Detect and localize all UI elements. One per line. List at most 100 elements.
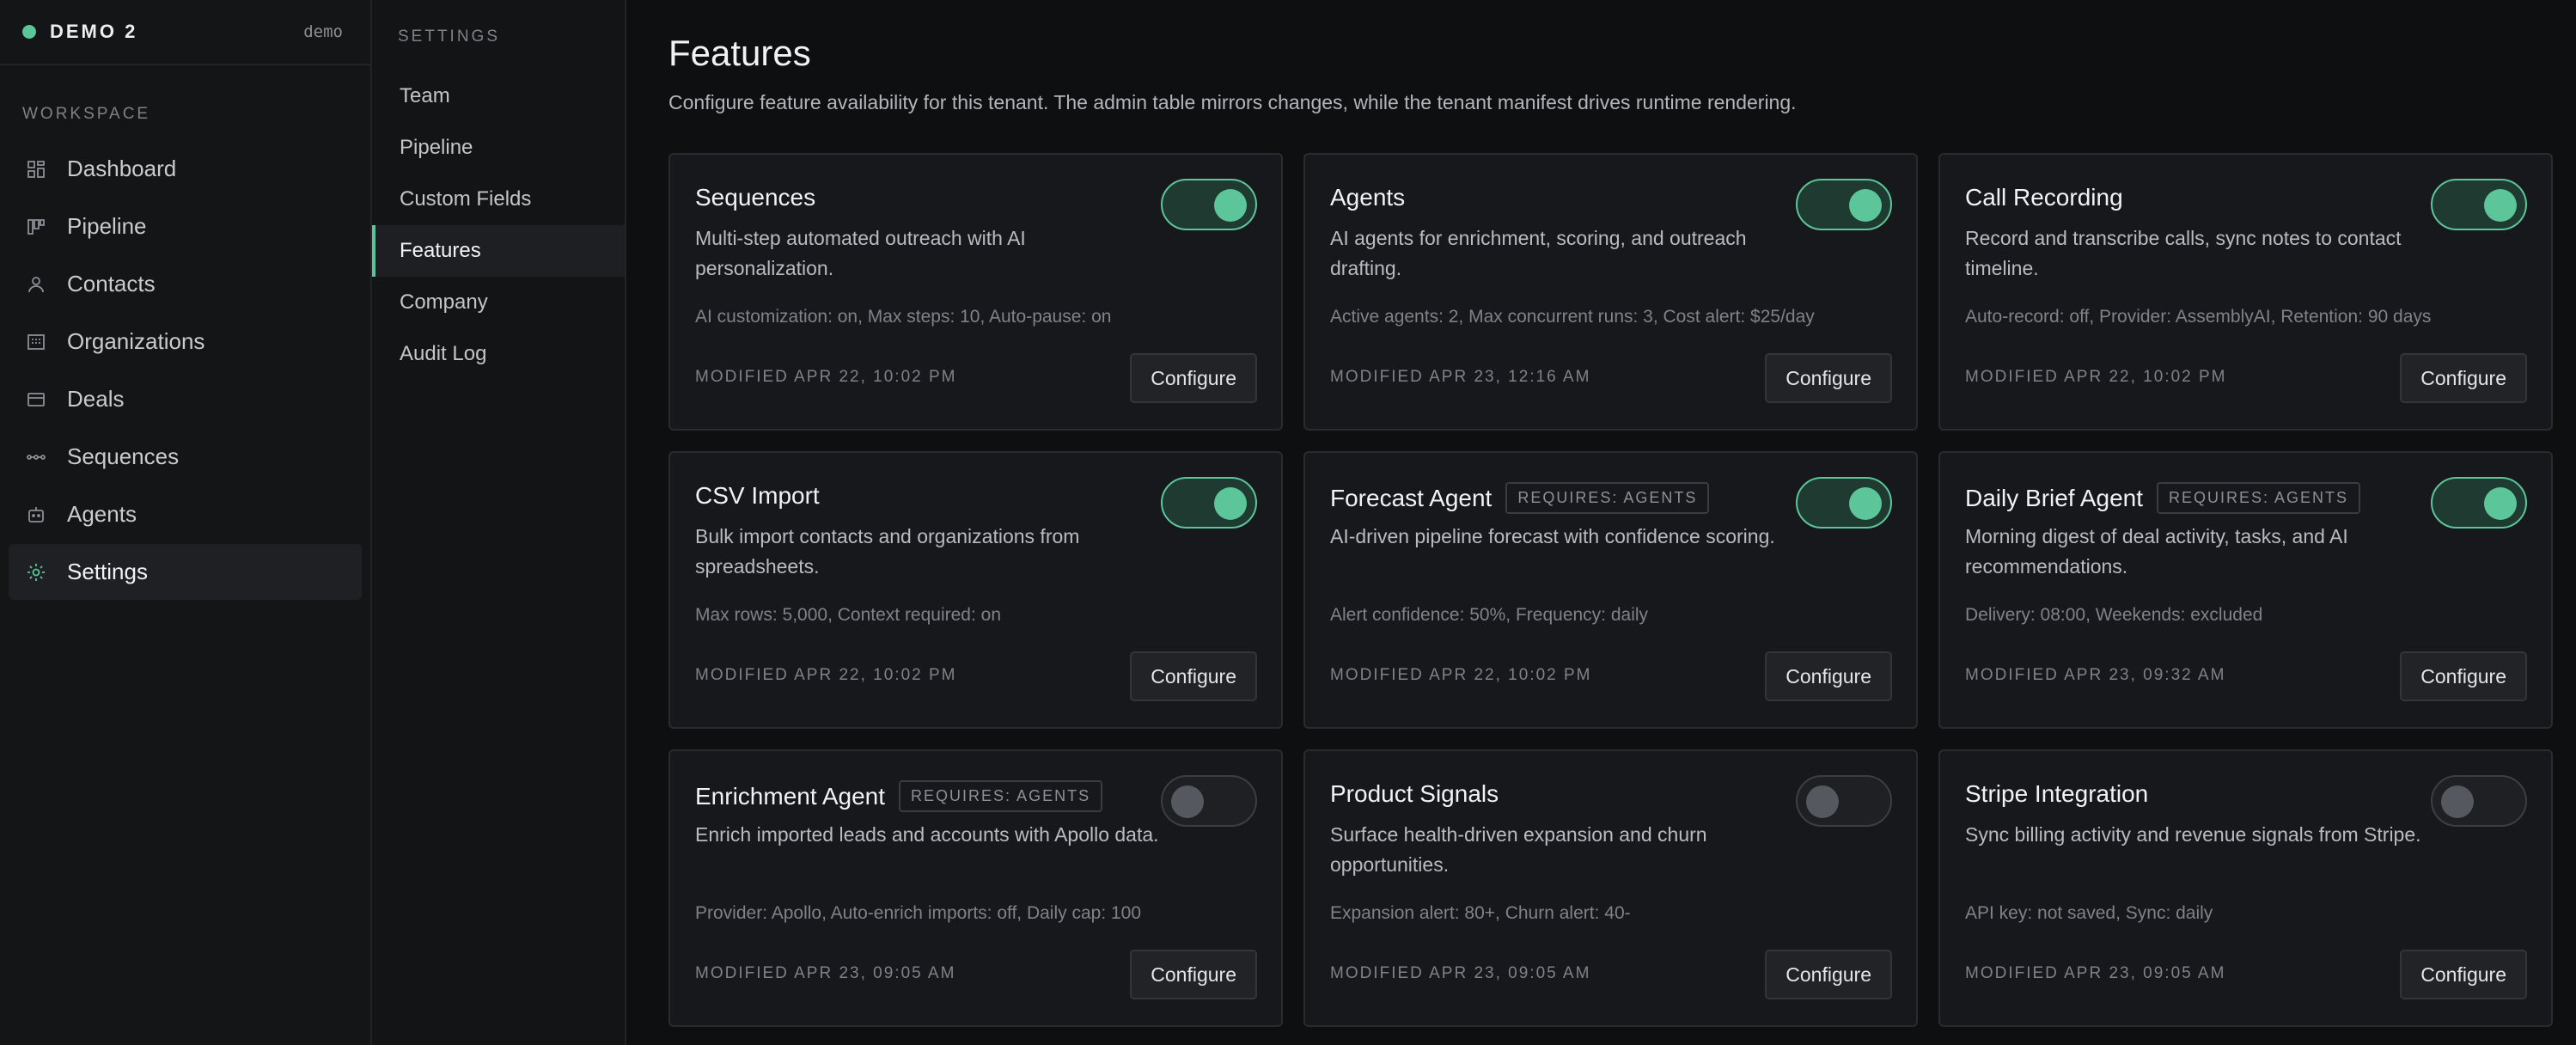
feature-description: Enrich imported leads and accounts with … xyxy=(695,823,1159,846)
feature-title: Forecast Agent xyxy=(1330,484,1492,511)
feature-toggle[interactable] xyxy=(1796,179,1892,230)
feature-modified: MODIFIED APR 23, 09:32 AM xyxy=(1965,666,2226,684)
sidebar-item-agents[interactable]: Agents xyxy=(9,486,362,542)
sidebar-item-dashboard[interactable]: Dashboard xyxy=(9,141,362,197)
feature-title: Daily Brief Agent xyxy=(1965,484,2143,511)
pipeline-icon xyxy=(24,215,48,239)
feature-title-row: Daily Brief Agent REQUIRES: AGENTS xyxy=(1965,482,2361,514)
feature-title-row: Call Recording xyxy=(1965,184,2123,211)
feature-toggle[interactable] xyxy=(1796,477,1892,529)
feature-modified: MODIFIED APR 22, 10:02 PM xyxy=(1330,666,1592,684)
configure-button[interactable]: Configure xyxy=(1130,651,1257,701)
dependency-badge: REQUIRES: AGENTS xyxy=(899,780,1103,812)
sidebar-item-label: Settings xyxy=(67,559,148,584)
sidebar-item-label: Deals xyxy=(67,386,125,412)
feature-description: Morning digest of deal activity, tasks, … xyxy=(1965,525,2348,578)
feature-title: Stripe Integration xyxy=(1965,780,2149,807)
configure-button[interactable]: Configure xyxy=(1765,651,1892,701)
feature-settings-summary: AI customization: on, Max steps: 10, Aut… xyxy=(695,307,1112,327)
toggle-knob xyxy=(2441,785,2474,818)
feature-card-enrichment-agent: Enrichment Agent REQUIRES: AGENTS Enrich … xyxy=(668,749,1283,1027)
sidebar-item-label: Agents xyxy=(67,501,137,527)
organizations-icon xyxy=(24,330,48,354)
feature-card-forecast-agent: Forecast Agent REQUIRES: AGENTS AI-driven… xyxy=(1303,451,1918,729)
sidebar-item-pipeline[interactable]: Pipeline xyxy=(9,199,362,254)
settings-nav-features[interactable]: Features xyxy=(372,225,625,277)
configure-button[interactable]: Configure xyxy=(2400,651,2527,701)
feature-title-row: CSV Import xyxy=(695,482,820,510)
feature-description: AI agents for enrichment, scoring, and o… xyxy=(1330,227,1747,279)
page-title: Features xyxy=(668,33,811,73)
feature-title: Call Recording xyxy=(1965,184,2123,211)
sidebar-item-organizations[interactable]: Organizations xyxy=(9,314,362,370)
status-dot xyxy=(22,25,36,39)
settings-nav-team[interactable]: Team xyxy=(372,70,625,122)
feature-title-row: Stripe Integration xyxy=(1965,780,2148,808)
sequences-icon xyxy=(24,445,48,469)
settings-nav-audit-log[interactable]: Audit Log xyxy=(372,328,625,380)
feature-settings-summary: Expansion alert: 80+, Churn alert: 40- xyxy=(1330,903,1631,923)
sidebar-item-label: Pipeline xyxy=(67,213,147,239)
sidebar-item-contacts[interactable]: Contacts xyxy=(9,256,362,312)
sidebar-item-label: Sequences xyxy=(67,443,180,469)
workspace-section-label: WORKSPACE xyxy=(22,105,151,123)
feature-card-daily-brief-agent: Daily Brief Agent REQUIRES: AGENTS Mornin… xyxy=(1938,451,2553,729)
configure-button[interactable]: Configure xyxy=(2400,353,2527,403)
workspace-name: DEMO 2 xyxy=(50,21,138,42)
feature-modified: MODIFIED APR 23, 09:05 AM xyxy=(695,964,956,982)
settings-nav-company[interactable]: Company xyxy=(372,277,625,328)
settings-nav-title: SETTINGS xyxy=(398,28,501,46)
dependency-badge: REQUIRES: AGENTS xyxy=(1505,482,1710,514)
feature-description: Sync billing activity and revenue signal… xyxy=(1965,823,2421,846)
feature-toggle[interactable] xyxy=(1161,179,1257,230)
feature-settings-summary: Provider: Apollo, Auto-enrich imports: o… xyxy=(695,903,1142,923)
toggle-knob xyxy=(1849,487,1882,520)
feature-description: Bulk import contacts and organizations f… xyxy=(695,525,1080,578)
sidebar-item-sequences[interactable]: Sequences xyxy=(9,429,362,485)
feature-title-row: Forecast Agent REQUIRES: AGENTS xyxy=(1330,482,1710,514)
configure-button[interactable]: Configure xyxy=(1130,353,1257,403)
dashboard-icon xyxy=(24,157,48,181)
configure-button[interactable]: Configure xyxy=(1130,950,1257,999)
feature-settings-summary: Alert confidence: 50%, Frequency: daily xyxy=(1330,605,1649,625)
feature-title: Sequences xyxy=(695,184,816,211)
feature-toggle[interactable] xyxy=(1796,775,1892,827)
workspace-sidebar: DEMO 2 demo WORKSPACE Dashboard Pipeline… xyxy=(0,0,372,1045)
toggle-knob xyxy=(2484,487,2517,520)
feature-title-row: Agents xyxy=(1330,184,1405,211)
page-description: Configure feature availability for this … xyxy=(668,91,1797,113)
feature-toggle[interactable] xyxy=(1161,775,1257,827)
feature-toggle[interactable] xyxy=(2431,775,2527,827)
feature-modified: MODIFIED APR 22, 10:02 PM xyxy=(695,666,957,684)
feature-modified: MODIFIED APR 23, 09:05 AM xyxy=(1330,964,1591,982)
feature-toggle[interactable] xyxy=(2431,477,2527,529)
feature-card-csv-import: CSV Import Bulk import contacts and orga… xyxy=(668,451,1283,729)
settings-nav: SETTINGS Team Pipeline Custom Fields Fea… xyxy=(372,0,626,1045)
features-page: Features Configure feature availability … xyxy=(626,0,2576,1045)
settings-nav-custom-fields[interactable]: Custom Fields xyxy=(372,174,625,225)
settings-nav-pipeline[interactable]: Pipeline xyxy=(372,122,625,174)
feature-title-row: Enrichment Agent REQUIRES: AGENTS xyxy=(695,780,1103,812)
configure-button[interactable]: Configure xyxy=(1765,950,1892,999)
feature-description: Record and transcribe calls, sync notes … xyxy=(1965,227,2402,279)
toggle-knob xyxy=(1849,189,1882,222)
feature-settings-summary: API key: not saved, Sync: daily xyxy=(1965,903,2213,923)
feature-settings-summary: Delivery: 08:00, Weekends: excluded xyxy=(1965,605,2263,625)
contacts-icon xyxy=(24,272,48,296)
workspace-switcher[interactable]: DEMO 2 demo xyxy=(0,0,370,65)
feature-toggle[interactable] xyxy=(1161,477,1257,529)
sidebar-item-deals[interactable]: Deals xyxy=(9,371,362,427)
feature-description: Multi-step automated outreach with AI pe… xyxy=(695,227,1026,279)
feature-settings-summary: Active agents: 2, Max concurrent runs: 3… xyxy=(1330,307,1815,327)
sidebar-item-settings[interactable]: Settings xyxy=(9,544,362,600)
feature-settings-summary: Max rows: 5,000, Context required: on xyxy=(695,605,1002,625)
configure-button[interactable]: Configure xyxy=(1765,353,1892,403)
feature-modified: MODIFIED APR 22, 10:02 PM xyxy=(695,368,957,386)
feature-title-row: Product Signals xyxy=(1330,780,1499,808)
feature-title: Product Signals xyxy=(1330,780,1499,807)
feature-settings-summary: Auto-record: off, Provider: AssemblyAI, … xyxy=(1965,307,2432,327)
settings-icon xyxy=(24,560,48,584)
feature-card-call-recording: Call Recording Record and transcribe cal… xyxy=(1938,153,2553,431)
feature-toggle[interactable] xyxy=(2431,179,2527,230)
configure-button[interactable]: Configure xyxy=(2400,950,2527,999)
